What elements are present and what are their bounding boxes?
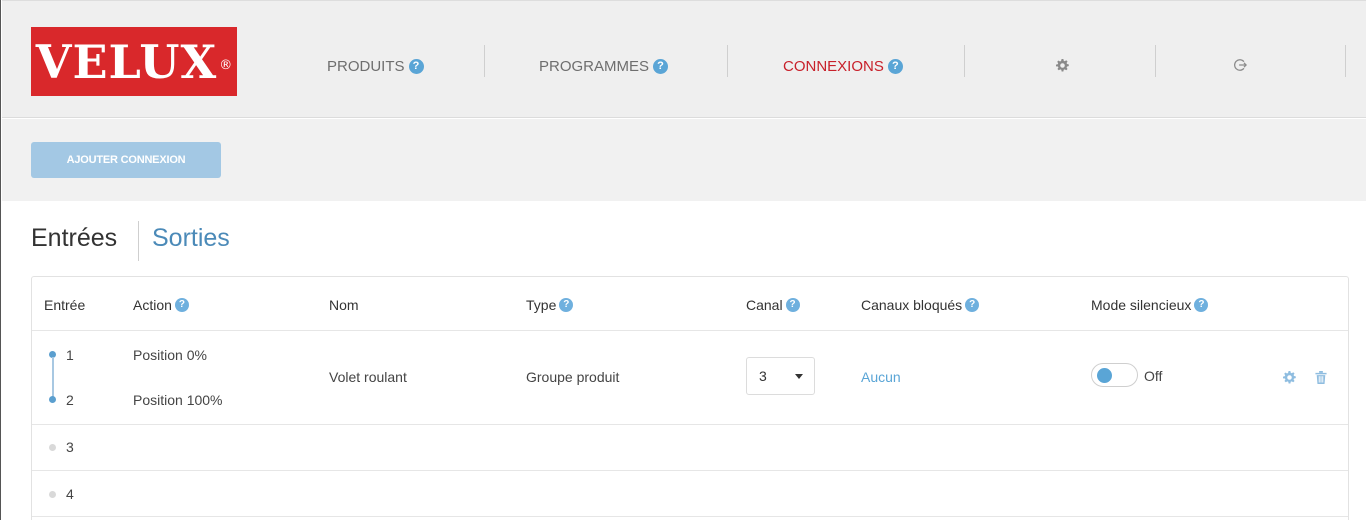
- nom-value: Volet roulant: [329, 369, 407, 385]
- app-frame: VELUX ® PRODUITS ? PROGRAMMES ? CONNEXION…: [0, 0, 1366, 520]
- silent-mode-label: Off: [1144, 368, 1163, 384]
- entree-number: 2: [66, 392, 74, 408]
- input-dot-3: [49, 444, 56, 451]
- entree-number: 3: [66, 439, 74, 455]
- registered-mark: ®: [219, 58, 233, 73]
- canaux-bloques-link[interactable]: Aucun: [861, 369, 901, 385]
- nav-divider: [964, 45, 965, 77]
- nav-divider: [1155, 45, 1156, 77]
- gear-icon: [1282, 370, 1296, 384]
- silent-mode-toggle[interactable]: [1091, 363, 1138, 387]
- nav-connexions-label: CONNEXIONS: [783, 57, 884, 75]
- help-icon[interactable]: ?: [559, 298, 574, 312]
- entree-number: 1: [66, 347, 74, 363]
- settings-button[interactable]: [1052, 55, 1072, 75]
- nav-divider: [1345, 45, 1346, 77]
- action-value: Position 0%: [133, 347, 207, 363]
- help-icon[interactable]: ?: [785, 298, 800, 312]
- trash-icon: [1315, 370, 1327, 384]
- tab-entrees[interactable]: Entrées: [31, 224, 117, 253]
- nav-produits-label: PRODUITS: [327, 57, 405, 75]
- nav-divider: [727, 45, 728, 77]
- row-divider: [32, 470, 1348, 471]
- header-action: Action ?: [133, 297, 189, 313]
- velux-logo[interactable]: VELUX ®: [31, 27, 237, 96]
- help-icon[interactable]: ?: [965, 298, 980, 312]
- logout-button[interactable]: [1230, 55, 1250, 75]
- nav-produits[interactable]: PRODUITS ?: [327, 57, 424, 75]
- header-mode-label: Mode silencieux: [1091, 297, 1192, 313]
- help-icon[interactable]: ?: [653, 58, 669, 74]
- header-type: Type ?: [526, 297, 574, 313]
- header-nom-label: Nom: [329, 297, 359, 313]
- action-value: Position 100%: [133, 392, 223, 408]
- header-canal: Canal ?: [746, 297, 800, 313]
- header-entree: Entrée: [44, 297, 85, 313]
- header-type-label: Type: [526, 297, 557, 313]
- action-toolbar: AJOUTER CONNEXION: [2, 119, 1366, 201]
- logout-icon: [1234, 59, 1247, 71]
- input-dot-2: [49, 396, 56, 403]
- add-connection-button[interactable]: AJOUTER CONNEXION: [31, 142, 221, 178]
- type-value: Groupe produit: [526, 369, 620, 385]
- tab-sorties[interactable]: Sorties: [152, 224, 230, 253]
- chevron-down-icon: [795, 374, 803, 379]
- row-divider: [32, 330, 1348, 331]
- row-divider: [32, 516, 1348, 517]
- header-mode-silencieux: Mode silencieux ?: [1091, 297, 1209, 313]
- header-entree-label: Entrée: [44, 297, 86, 313]
- nav-divider: [484, 45, 485, 77]
- header-canal-label: Canal: [746, 297, 783, 313]
- tab-divider: [138, 221, 139, 261]
- header-canaux-bloques: Canaux bloqués ?: [861, 297, 980, 313]
- help-icon[interactable]: ?: [408, 58, 424, 74]
- canal-select[interactable]: 3: [746, 357, 815, 395]
- help-icon[interactable]: ?: [887, 58, 903, 74]
- help-icon[interactable]: ?: [174, 298, 189, 312]
- gear-icon: [1055, 58, 1069, 72]
- entree-number: 4: [66, 486, 74, 502]
- pair-connector: [52, 357, 54, 397]
- help-icon[interactable]: ?: [1194, 298, 1209, 312]
- nav-programmes-label: PROGRAMMES: [539, 57, 650, 75]
- row-settings-button[interactable]: [1282, 370, 1296, 384]
- header-canaux-label: Canaux bloqués: [861, 297, 963, 313]
- header-nom: Nom: [329, 297, 359, 313]
- connections-table: Entrée Action ? Nom Type ? Canal ? Canau…: [31, 276, 1349, 520]
- header-action-label: Action: [133, 297, 172, 313]
- toggle-knob: [1097, 368, 1112, 383]
- top-header: VELUX ® PRODUITS ? PROGRAMMES ? CONNEXION…: [2, 0, 1366, 118]
- row-divider: [32, 424, 1348, 425]
- nav-connexions[interactable]: CONNEXIONS ?: [783, 57, 903, 75]
- logo-text: VELUX: [35, 34, 218, 89]
- row-delete-button[interactable]: [1314, 370, 1328, 384]
- input-dot-4: [49, 491, 56, 498]
- nav-programmes[interactable]: PROGRAMMES ?: [539, 57, 669, 75]
- canal-select-value: 3: [759, 368, 767, 384]
